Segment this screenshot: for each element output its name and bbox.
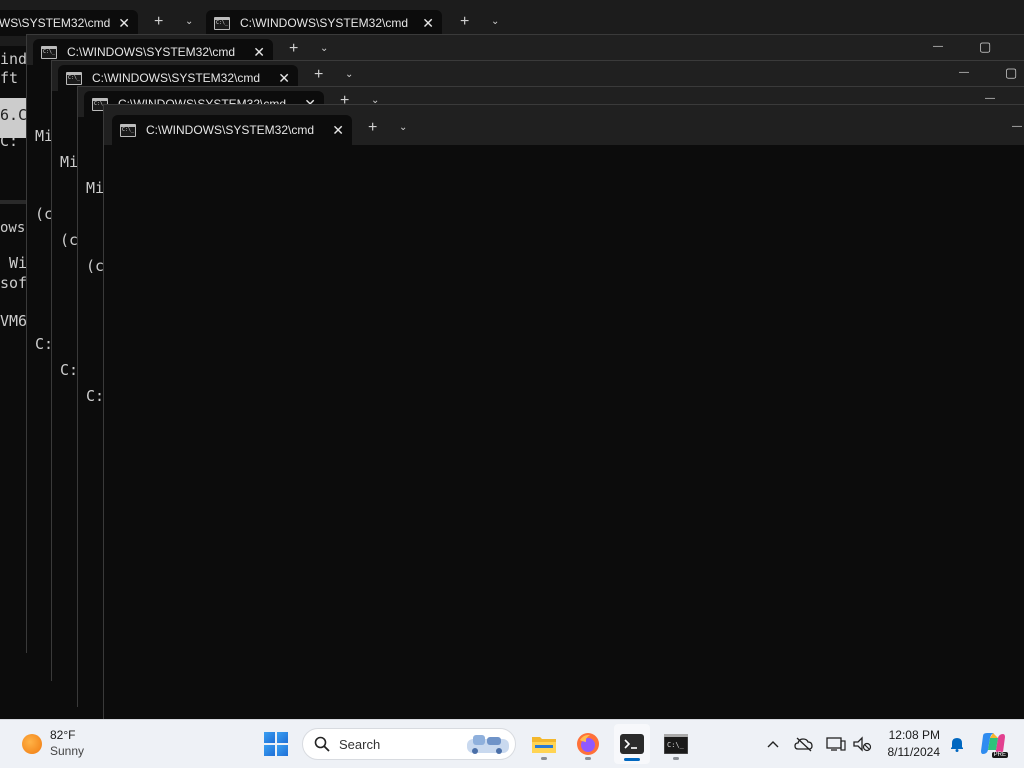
tab-cmd-back-1[interactable]: C:\WINDOWS\SYSTEM32\cmd ✕ <box>0 10 138 36</box>
close-tab-icon[interactable]: ✕ <box>118 15 130 32</box>
volume-tray-button[interactable] <box>850 732 874 756</box>
tab-cmd-back-2[interactable]: C:\WINDOWS\SYSTEM32\cmd ✕ <box>206 10 442 36</box>
new-tab-button[interactable]: + <box>368 119 377 137</box>
minimize-button[interactable]: — <box>933 41 943 52</box>
maximize-button[interactable]: ▢ <box>1005 65 1017 81</box>
close-tab-icon[interactable]: ✕ <box>253 44 265 61</box>
back-window-content-strip: ind ft 6.C C: <box>0 46 28 216</box>
clock-time: 12:08 PM <box>888 728 940 742</box>
console-line: ft <box>0 69 19 87</box>
network-icon <box>826 737 846 751</box>
cmd-icon <box>66 71 82 85</box>
close-tab-icon[interactable]: ✕ <box>278 70 290 87</box>
cmd-icon <box>41 45 57 59</box>
terminal-window-front[interactable]: C:\WINDOWS\SYSTEM32\cmd ✕ + ⌄ — <box>103 104 1024 721</box>
tab-title: C:\WINDOWS\SYSTEM32\cmd <box>146 123 315 137</box>
minimize-button[interactable]: — <box>959 67 969 78</box>
speaker-muted-icon <box>853 736 872 752</box>
console-line: C: <box>0 132 19 150</box>
console-line: sof <box>0 274 28 292</box>
sun-icon <box>22 734 42 754</box>
terminal-taskbar-button[interactable] <box>614 724 650 764</box>
onedrive-tray-button[interactable] <box>792 732 816 756</box>
search-highlight-icon <box>467 735 509 754</box>
svg-text:C:\_: C:\_ <box>667 741 685 749</box>
minimize-button[interactable]: — <box>1012 121 1022 132</box>
active-indicator <box>624 758 640 761</box>
tab-dropdown-icon[interactable]: ⌄ <box>320 43 328 54</box>
cmd-icon <box>120 123 136 137</box>
tab-dropdown-icon[interactable]: ⌄ <box>185 16 193 27</box>
tab-dropdown-icon[interactable]: ⌄ <box>399 122 407 133</box>
maximize-button[interactable]: ▢ <box>979 39 991 55</box>
close-tab-icon[interactable]: ✕ <box>422 15 434 32</box>
tab-title: C:\WINDOWS\SYSTEM32\cmd <box>67 45 236 59</box>
search-box[interactable]: Search <box>302 728 516 760</box>
weather-temperature: 82°F <box>50 728 76 742</box>
clock-date: 8/11/2024 <box>887 745 941 759</box>
console-area[interactable] <box>104 145 1024 721</box>
minimize-button[interactable]: — <box>985 93 995 104</box>
cmd-icon: C:\_ <box>664 734 688 754</box>
weather-description: Sunny <box>50 744 85 758</box>
folder-icon <box>532 737 556 753</box>
new-tab-button[interactable]: + <box>314 66 323 84</box>
clock[interactable]: 12:08 PM 8/11/2024 <box>876 720 946 768</box>
firefox-icon <box>577 733 599 755</box>
running-indicator <box>673 757 679 760</box>
running-indicator <box>541 757 547 760</box>
tab-cmd-active[interactable]: C:\WINDOWS\SYSTEM32\cmd ✕ <box>112 115 352 145</box>
start-button[interactable] <box>258 726 294 762</box>
running-indicator <box>585 757 591 760</box>
weather-widget[interactable]: 82°F Sunny <box>12 720 112 768</box>
file-explorer-button[interactable] <box>526 724 562 764</box>
search-label: Search <box>339 737 381 752</box>
console-line: ows <box>0 220 26 236</box>
terminal-icon <box>620 734 644 754</box>
bell-icon <box>951 738 963 752</box>
console-line: 6.C <box>0 106 28 124</box>
cmd-icon <box>214 16 230 30</box>
copilot-button[interactable]: PRE <box>978 728 1008 760</box>
console-line: ind <box>0 50 28 68</box>
network-tray-button[interactable] <box>824 732 848 756</box>
tab-title: C:\WINDOWS\SYSTEM32\cmd <box>240 16 409 30</box>
show-hidden-icons-button[interactable] <box>762 732 784 756</box>
chevron-up-icon <box>767 741 779 748</box>
tab-dropdown-icon[interactable]: ⌄ <box>491 16 499 27</box>
search-icon <box>314 736 330 752</box>
windows-logo-icon <box>264 732 288 756</box>
firefox-button[interactable] <box>570 724 606 764</box>
cloud-off-icon <box>794 737 813 752</box>
notifications-button[interactable] <box>946 732 968 756</box>
console-line: VM6 <box>0 312 28 330</box>
taskbar: 82°F Sunny Search C:\_ 12:08 PM 8/11/202… <box>0 719 1024 768</box>
cmd-taskbar-button[interactable]: C:\_ <box>658 724 694 764</box>
copilot-pre-badge: PRE <box>991 752 1008 758</box>
new-tab-button[interactable]: + <box>289 40 298 58</box>
new-tab-button[interactable]: + <box>154 13 163 31</box>
tab-title: C:\WINDOWS\SYSTEM32\cmd <box>92 71 261 85</box>
tab-dropdown-icon[interactable]: ⌄ <box>345 69 353 80</box>
back-window-content-strip-2: ows Wi sof VM6 <box>0 200 28 724</box>
tab-title: C:\WINDOWS\SYSTEM32\cmd <box>0 16 111 30</box>
new-tab-button[interactable]: + <box>460 13 469 31</box>
console-line: Wi <box>0 254 28 272</box>
close-tab-icon[interactable]: ✕ <box>332 122 344 139</box>
